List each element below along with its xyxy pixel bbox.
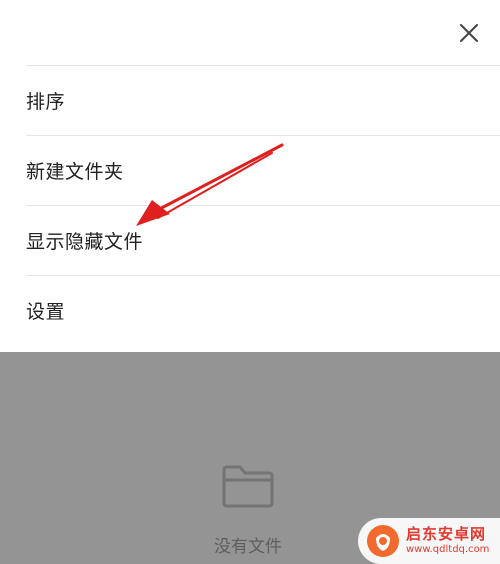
menu-item-label: 设置 bbox=[26, 301, 66, 323]
menu-item-show-hidden-files[interactable]: 显示隐藏文件 bbox=[26, 205, 500, 275]
menu-item-settings[interactable]: 设置 bbox=[26, 275, 500, 345]
menu-item-label: 新建文件夹 bbox=[26, 161, 124, 183]
menu-item-new-folder[interactable]: 新建文件夹 bbox=[26, 135, 500, 205]
folder-icon bbox=[222, 465, 274, 508]
watermark-logo-icon bbox=[367, 525, 399, 557]
watermark: 启东安卓网 www.qdltdq.com bbox=[358, 518, 500, 564]
watermark-title: 启东安卓网 bbox=[406, 525, 487, 543]
menu-item-sort[interactable]: 排序 bbox=[26, 65, 500, 135]
menu-item-label: 显示隐藏文件 bbox=[26, 231, 144, 253]
close-button[interactable] bbox=[452, 16, 486, 50]
menu-item-label: 排序 bbox=[26, 91, 66, 113]
close-icon bbox=[460, 24, 478, 42]
menu-list: 排序 新建文件夹 显示隐藏文件 设置 bbox=[26, 65, 500, 345]
watermark-url: www.qdltdq.com bbox=[406, 544, 490, 555]
menu-sheet: 排序 新建文件夹 显示隐藏文件 设置 bbox=[0, 0, 500, 352]
